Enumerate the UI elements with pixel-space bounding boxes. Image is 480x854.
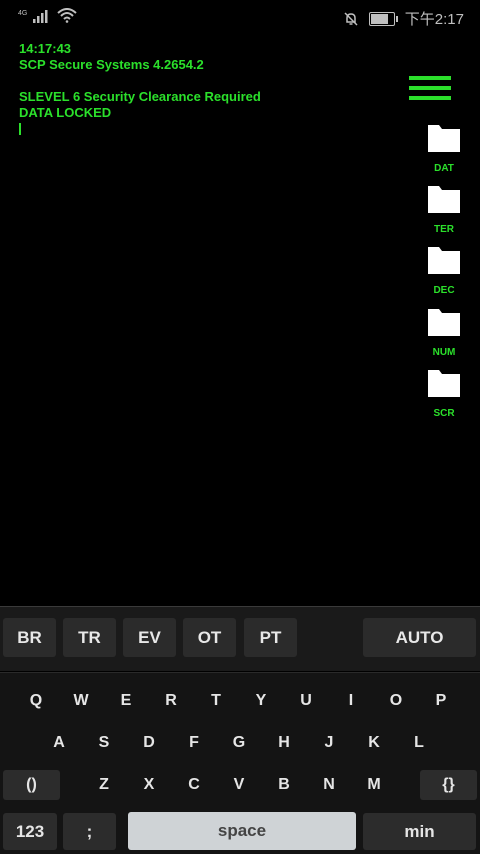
shortcut-ot-button[interactable]: OT — [183, 618, 236, 657]
folder-label: SCR — [433, 408, 455, 419]
terminal-line-system: SCP Secure Systems 4.2654.2 — [19, 57, 204, 72]
key-a[interactable]: A — [37, 728, 81, 757]
key-l[interactable]: L — [397, 728, 441, 757]
key-f[interactable]: F — [172, 728, 216, 757]
folder-label: TER — [434, 224, 454, 235]
soft-keyboard: Q W E R T Y U I O P A S D F G H J K L ()… — [0, 672, 480, 854]
terminal-line-time: 14:17:43 — [19, 41, 72, 56]
key-t[interactable]: T — [194, 686, 238, 715]
brace-key[interactable]: {} — [420, 770, 477, 800]
key-x[interactable]: X — [127, 770, 171, 799]
shortcut-pt-button[interactable]: PT — [244, 618, 297, 657]
key-b[interactable]: B — [262, 770, 306, 799]
folder-icon — [428, 370, 460, 397]
key-z[interactable]: Z — [82, 770, 126, 799]
auto-button[interactable]: AUTO — [363, 618, 476, 657]
battery-icon — [368, 11, 398, 26]
terminal-output: 14:17:43 SCP Secure Systems 4.2654.2 SLE… — [19, 41, 261, 135]
folder-label: NUM — [432, 347, 456, 358]
key-n[interactable]: N — [307, 770, 351, 799]
status-left: 4G — [18, 8, 78, 23]
key-r[interactable]: R — [149, 686, 193, 715]
network-type: 4G — [18, 10, 28, 17]
key-j[interactable]: J — [307, 728, 351, 757]
status-right: 下午2:17 — [343, 8, 464, 29]
key-e[interactable]: E — [104, 686, 148, 715]
key-w[interactable]: W — [59, 686, 103, 715]
semicolon-key[interactable]: ; — [63, 813, 116, 850]
shortcut-bar: BR TR EV OT PT AUTO — [0, 606, 480, 671]
key-h[interactable]: H — [262, 728, 306, 757]
wifi-icon — [57, 8, 78, 23]
paren-key[interactable]: () — [3, 770, 60, 800]
key-i[interactable]: I — [329, 686, 373, 715]
numbers-key[interactable]: 123 — [3, 813, 57, 850]
space-key[interactable]: space — [128, 812, 356, 850]
key-o[interactable]: O — [374, 686, 418, 715]
mute-bell-icon — [344, 11, 358, 26]
key-g[interactable]: G — [217, 728, 261, 757]
folder-label: DAT — [434, 163, 454, 174]
status-bar: 4G 下午2:17 — [0, 0, 480, 34]
key-p[interactable]: P — [419, 686, 463, 715]
folder-icon — [428, 186, 460, 213]
terminal-line-clearance: SLEVEL 6 Security Clearance Required — [19, 89, 261, 104]
folder-icon — [428, 309, 460, 336]
folder-num[interactable]: NUM — [424, 307, 464, 368]
key-m[interactable]: M — [352, 770, 396, 799]
key-y[interactable]: Y — [239, 686, 283, 715]
key-v[interactable]: V — [217, 770, 261, 799]
signal-icon — [33, 10, 48, 23]
key-s[interactable]: S — [82, 728, 126, 757]
hamburger-menu-icon[interactable] — [409, 76, 451, 100]
key-q[interactable]: Q — [14, 686, 58, 715]
folder-dec[interactable]: DEC — [424, 245, 464, 306]
folder-dat[interactable]: DAT — [424, 123, 464, 184]
shortcut-ev-button[interactable]: EV — [123, 618, 176, 657]
min-key[interactable]: min — [363, 813, 476, 850]
folder-scr[interactable]: SCR — [424, 368, 464, 429]
folder-ter[interactable]: TER — [424, 184, 464, 245]
folder-icon — [428, 247, 460, 274]
clock: 下午2:17 — [404, 11, 464, 28]
shortcut-br-button[interactable]: BR — [3, 618, 56, 657]
folder-icon — [428, 125, 460, 152]
shortcut-tr-button[interactable]: TR — [63, 618, 116, 657]
folder-label: DEC — [433, 285, 455, 296]
text-cursor — [19, 123, 21, 135]
terminal-line-locked: DATA LOCKED — [19, 105, 112, 120]
key-d[interactable]: D — [127, 728, 171, 757]
key-k[interactable]: K — [352, 728, 396, 757]
key-c[interactable]: C — [172, 770, 216, 799]
key-u[interactable]: U — [284, 686, 328, 715]
